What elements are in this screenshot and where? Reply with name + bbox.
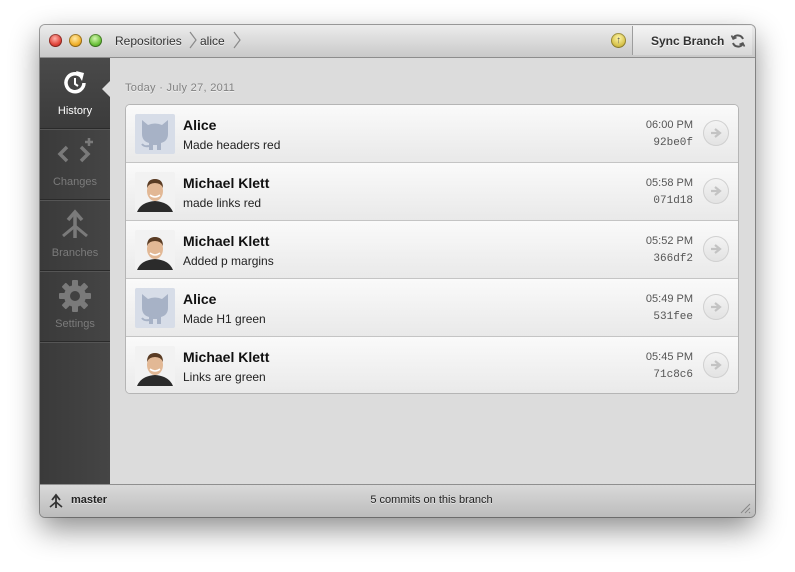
sync-branch-label: Sync Branch — [651, 34, 725, 48]
commit-message: made links red — [183, 196, 262, 210]
statusbar: master 5 commits on this branch — [40, 484, 755, 517]
arrow-right-icon — [711, 128, 722, 138]
sidebar-item-branches[interactable]: Branches — [40, 200, 110, 271]
commit-author: Alice — [183, 117, 217, 133]
commit-author: Michael Klett — [183, 349, 270, 365]
commit-sha: 531fee — [653, 311, 693, 323]
avatar — [135, 114, 175, 154]
commit-row[interactable]: Alice Made H1 green 05:49 PM 531fee — [126, 279, 738, 337]
sidebar-item-label: History — [57, 105, 93, 117]
user-photo-icon — [135, 346, 175, 386]
view-commit-button[interactable] — [703, 120, 729, 146]
breadcrumb-chevron-icon — [189, 31, 197, 49]
commit-message: Links are green — [183, 370, 266, 384]
commit-message: Added p margins — [183, 254, 274, 268]
arrow-right-icon — [711, 186, 722, 196]
sidebar: History Changes Branches Settings — [40, 58, 111, 484]
arrow-right-icon — [711, 244, 722, 254]
sidebar-item-settings[interactable]: Settings — [40, 271, 110, 342]
commit-time: 05:49 PM — [645, 293, 693, 305]
commit-row[interactable]: Alice Made headers red 06:00 PM 92be0f — [126, 105, 738, 163]
breadcrumb-alice[interactable]: alice — [200, 34, 225, 48]
commit-message: Made H1 green — [183, 312, 266, 326]
breadcrumb-repositories[interactable]: Repositories — [115, 34, 182, 48]
arrow-right-icon — [711, 302, 722, 312]
sidebar-item-label: Settings — [55, 318, 95, 330]
settings-icon — [59, 280, 91, 312]
commit-author: Michael Klett — [183, 175, 270, 191]
date-header: Today · July 27, 2011 — [125, 82, 236, 94]
commit-row[interactable]: Michael Klett made links red 05:58 PM 07… — [126, 163, 738, 221]
view-commit-button[interactable] — [703, 352, 729, 378]
sync-branch-button[interactable]: Sync Branch — [632, 26, 752, 55]
sidebar-item-changes[interactable]: Changes — [40, 129, 110, 200]
sidebar-item-label: Changes — [52, 176, 98, 188]
commit-time: 06:00 PM — [645, 119, 693, 131]
avatar — [135, 230, 175, 270]
commit-sha: 71c8c6 — [653, 369, 693, 381]
sync-icon — [730, 34, 746, 48]
user-photo-icon — [135, 172, 175, 212]
avatar — [135, 346, 175, 386]
commit-message: Made headers red — [183, 138, 281, 152]
sidebar-item-label: Branches — [51, 247, 99, 259]
arrow-right-icon — [711, 360, 722, 370]
up-arrow-icon[interactable]: ↑ — [611, 33, 626, 48]
commit-author: Alice — [183, 291, 217, 307]
avatar — [135, 288, 175, 328]
breadcrumb-chevron-icon — [233, 31, 241, 49]
zoom-button[interactable] — [89, 34, 102, 47]
commit-sha: 071d18 — [653, 195, 693, 207]
commit-row[interactable]: Michael Klett Links are green 05:45 PM 7… — [126, 337, 738, 393]
minimize-button[interactable] — [69, 34, 82, 47]
user-photo-icon — [135, 230, 175, 270]
branches-icon — [62, 209, 88, 238]
commit-time: 05:45 PM — [645, 351, 693, 363]
view-commit-button[interactable] — [703, 178, 729, 204]
history-panel: Today · July 27, 2011 Alice Made headers… — [110, 58, 755, 484]
resize-grip-icon[interactable] — [740, 503, 751, 514]
sidebar-item-history[interactable]: History — [40, 58, 111, 129]
commit-row[interactable]: Michael Klett Added p margins 05:52 PM 3… — [126, 221, 738, 279]
octocat-icon — [135, 114, 175, 154]
commit-time: 05:52 PM — [645, 235, 693, 247]
commit-time: 05:58 PM — [645, 177, 693, 189]
commit-sha: 366df2 — [653, 253, 693, 265]
commit-sha: 92be0f — [653, 137, 693, 149]
commit-count: 5 commits on this branch — [370, 494, 493, 506]
avatar — [135, 172, 175, 212]
commit-author: Michael Klett — [183, 233, 270, 249]
commit-list: Alice Made headers red 06:00 PM 92be0f M… — [125, 104, 739, 394]
history-icon — [64, 71, 86, 94]
view-commit-button[interactable] — [703, 294, 729, 320]
close-button[interactable] — [49, 34, 62, 47]
changes-icon — [57, 138, 93, 163]
titlebar: Repositories alice ↑ Sync Branch — [40, 25, 755, 58]
app-window: Repositories alice ↑ Sync Branch History — [40, 25, 755, 517]
view-commit-button[interactable] — [703, 236, 729, 262]
octocat-icon — [135, 288, 175, 328]
